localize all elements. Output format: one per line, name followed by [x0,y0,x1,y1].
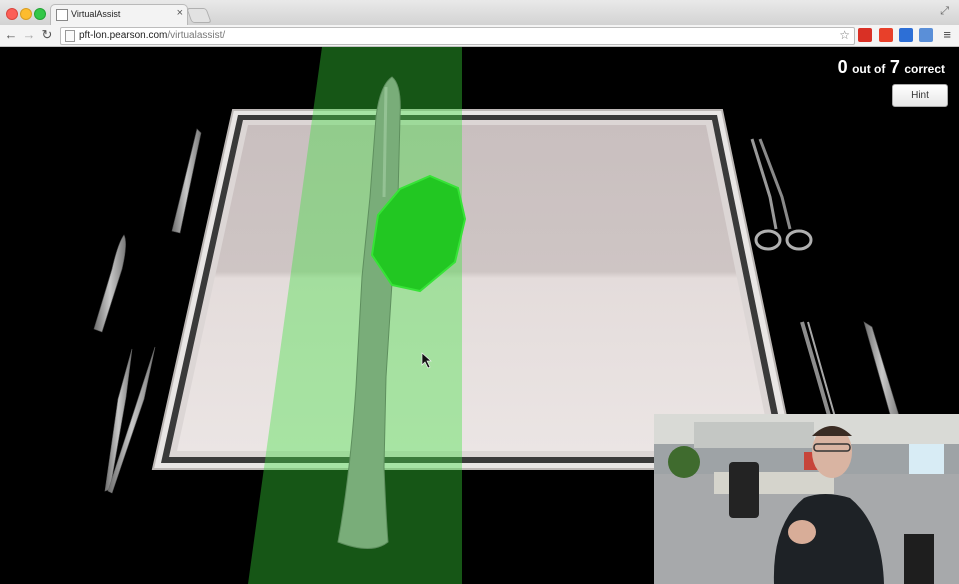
zoom-window-button[interactable] [34,8,46,20]
tab-close-icon[interactable]: × [177,7,183,19]
forward-button[interactable]: → [22,27,36,42]
office-chair [729,462,759,518]
gmail-extension-icon[interactable] [858,28,872,42]
scalpel-handle-instrument[interactable] [171,128,202,234]
tab-title: VirtualAssist [71,9,121,19]
webcam-office-scene [654,414,959,584]
url-path: /virtualassist/ [167,30,226,41]
score-correct: 0 [837,57,848,77]
page-favicon-icon [56,9,68,21]
score-correct-label: correct [904,62,945,76]
close-window-button[interactable] [6,8,18,20]
score-out-of-label: out of [852,62,886,76]
scalpel-handle-right-instrument[interactable] [863,321,901,422]
address-bar[interactable]: pft-lon.pearson.com/virtualassist/ ☆ [60,27,855,45]
url-text: pft-lon.pearson.com/virtualassist/ [79,30,225,41]
scalpel-instrument[interactable] [93,234,126,333]
browser-menu-icon[interactable]: ≡ [943,27,951,42]
bookmark-star-icon[interactable]: ☆ [839,28,850,42]
browser-tab-strip: VirtualAssist × ⤢ [0,0,959,26]
webcam-video-overlay [654,414,959,584]
browser-toolbar: ← → ↻ pft-lon.pearson.com/virtualassist/… [0,25,959,47]
window-resize-extension-icon[interactable] [919,28,933,42]
browser-tab[interactable]: VirtualAssist × [50,4,188,26]
score-display: 0 out of 7 correct [838,57,945,78]
screen-capture-extension-icon[interactable] [899,28,913,42]
minimize-window-button[interactable] [20,8,32,20]
new-tab-button[interactable] [186,8,212,23]
clamp-instrument[interactable] [800,321,836,420]
page-icon [65,30,75,42]
score-total: 7 [889,57,900,77]
tweezers-instrument[interactable] [104,346,156,494]
presenter-hand [788,520,816,544]
fullscreen-expand-icon[interactable]: ⤢ [940,5,949,18]
url-host: pft-lon.pearson.com [79,30,168,41]
back-button[interactable]: ← [4,27,18,42]
hemostat-forceps-instrument[interactable] [750,138,813,251]
hint-button[interactable]: Hint [892,84,948,107]
bookmark-extension-icon[interactable] [879,28,893,42]
game-viewport[interactable]: 0 out of 7 correct Hint [0,47,959,584]
reload-button[interactable]: ↻ [40,27,54,43]
